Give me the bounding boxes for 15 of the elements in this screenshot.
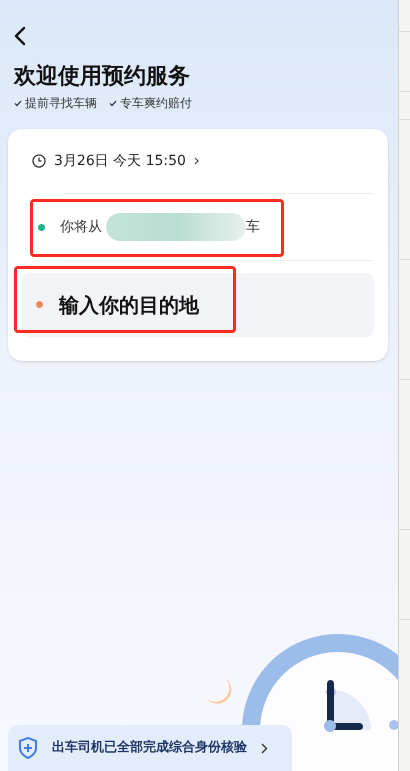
chevron-icon — [194, 157, 199, 165]
chevron-icon — [261, 742, 268, 754]
check-icon — [109, 100, 117, 106]
clock-icon — [32, 154, 46, 168]
pickup-text: 车 — [246, 218, 260, 236]
moon-icon — [205, 677, 234, 705]
destination-field[interactable]: 输入你的目的地 — [22, 273, 374, 337]
shield-icon — [18, 737, 38, 759]
check-icon — [14, 100, 22, 106]
time-selector[interactable]: 3月26日 今天 15:50 — [22, 129, 199, 193]
verification-banner[interactable]: 出车司机已全部完成综合身份核验 — [8, 725, 292, 771]
page-title: 欢迎使用预约服务 — [14, 62, 190, 91]
benefit-text: 提前寻找车辆 — [25, 95, 97, 112]
benefit-text: 专车爽约赔付 — [120, 95, 192, 112]
pickup-text: 你将从 — [60, 218, 102, 236]
